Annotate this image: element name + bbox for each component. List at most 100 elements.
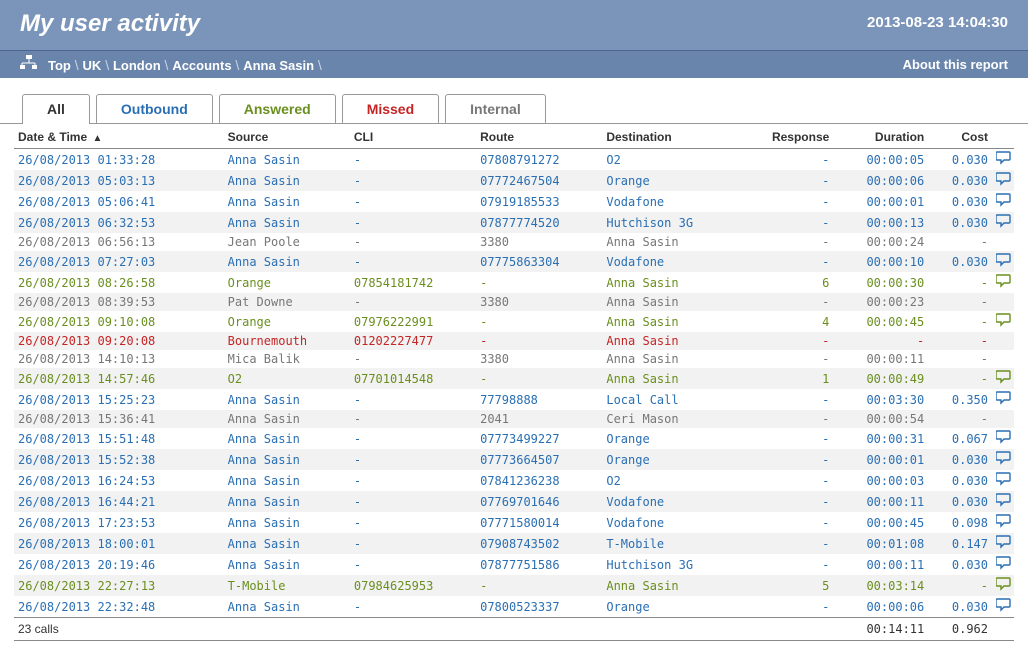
cell-dest: Hutchison 3G — [602, 212, 739, 233]
table-row: 26/08/2013 15:36:41Anna Sasin-2041Ceri M… — [14, 410, 1014, 428]
page-title: My user activity — [20, 10, 200, 38]
tab-outbound[interactable]: Outbound — [96, 94, 213, 123]
col-annotate — [992, 124, 1014, 149]
cell-resp: - — [739, 512, 833, 533]
cell-dest: Vodafone — [602, 491, 739, 512]
cell-dur: 00:00:03 — [833, 470, 928, 491]
speech-bubble-icon[interactable] — [996, 274, 1010, 286]
cell-route: 07773664507 — [476, 449, 602, 470]
col-route[interactable]: Route — [476, 124, 602, 149]
cell-route: 3380 — [476, 233, 602, 251]
breadcrumb-item[interactable]: Anna Sasin — [243, 58, 314, 73]
table-row: 26/08/2013 08:26:58Orange07854181742-Ann… — [14, 272, 1014, 293]
cell-route: 07877774520 — [476, 212, 602, 233]
speech-bubble-icon[interactable] — [996, 451, 1010, 463]
table-row: 26/08/2013 20:19:46Anna Sasin-0787775158… — [14, 554, 1014, 575]
col-response[interactable]: Response — [739, 124, 833, 149]
annotate-cell[interactable] — [992, 533, 1014, 554]
breadcrumb: Top \ UK \ London \ Accounts \ Anna Sasi… — [20, 55, 322, 74]
cell-dur: 00:00:45 — [833, 311, 928, 332]
cell-dur: 00:00:23 — [833, 293, 928, 311]
tab-missed[interactable]: Missed — [342, 94, 439, 123]
breadcrumb-item[interactable]: UK — [83, 58, 102, 73]
tab-internal[interactable]: Internal — [445, 94, 546, 123]
cell-src: Anna Sasin — [224, 149, 350, 171]
col-duration[interactable]: Duration — [833, 124, 928, 149]
annotate-cell[interactable] — [992, 596, 1014, 618]
annotate-cell[interactable] — [992, 272, 1014, 293]
speech-bubble-icon[interactable] — [996, 556, 1010, 568]
annotate-cell[interactable] — [992, 554, 1014, 575]
speech-bubble-icon[interactable] — [996, 577, 1010, 589]
annotate-cell[interactable] — [992, 491, 1014, 512]
speech-bubble-icon[interactable] — [996, 493, 1010, 505]
annotate-cell[interactable] — [992, 251, 1014, 272]
speech-bubble-icon[interactable] — [996, 514, 1010, 526]
annotate-cell[interactable] — [992, 389, 1014, 410]
cell-dest: Hutchison 3G — [602, 554, 739, 575]
annotate-cell[interactable] — [992, 575, 1014, 596]
cell-cli: - — [350, 233, 476, 251]
breadcrumb-item[interactable]: London — [113, 58, 161, 73]
annotate-cell[interactable] — [992, 191, 1014, 212]
speech-bubble-icon[interactable] — [996, 214, 1010, 226]
cell-route: 07919185533 — [476, 191, 602, 212]
annotate-cell[interactable] — [992, 449, 1014, 470]
speech-bubble-icon[interactable] — [996, 535, 1010, 547]
table-row: 26/08/2013 07:27:03Anna Sasin-0777586330… — [14, 251, 1014, 272]
col-datetime[interactable]: Date & Time ▲ — [14, 124, 224, 149]
cell-dur: 00:00:10 — [833, 251, 928, 272]
cell-dur: 00:00:31 — [833, 428, 928, 449]
breadcrumb-item[interactable]: Accounts — [172, 58, 231, 73]
cell-resp: - — [739, 410, 833, 428]
cell-src: Anna Sasin — [224, 512, 350, 533]
cell-cost: - — [928, 410, 992, 428]
tab-all[interactable]: All — [22, 94, 90, 124]
col-cost[interactable]: Cost — [928, 124, 992, 149]
cell-dt: 26/08/2013 18:00:01 — [14, 533, 224, 554]
cell-route: 3380 — [476, 350, 602, 368]
annotate-cell[interactable] — [992, 428, 1014, 449]
speech-bubble-icon[interactable] — [996, 391, 1010, 403]
annotate-cell[interactable] — [992, 170, 1014, 191]
speech-bubble-icon[interactable] — [996, 370, 1010, 382]
speech-bubble-icon[interactable] — [996, 430, 1010, 442]
speech-bubble-icon[interactable] — [996, 172, 1010, 184]
cell-src: Anna Sasin — [224, 470, 350, 491]
cell-dest: Vodafone — [602, 251, 739, 272]
annotate-cell — [992, 293, 1014, 311]
tab-answered[interactable]: Answered — [219, 94, 336, 123]
cell-route: - — [476, 332, 602, 350]
speech-bubble-icon[interactable] — [996, 472, 1010, 484]
cell-resp: - — [739, 350, 833, 368]
cell-dest: Anna Sasin — [602, 350, 739, 368]
speech-bubble-icon[interactable] — [996, 193, 1010, 205]
breadcrumb-separator: \ — [232, 57, 244, 73]
cell-dest: Vodafone — [602, 191, 739, 212]
cell-dt: 26/08/2013 22:27:13 — [14, 575, 224, 596]
breadcrumb-item[interactable]: Top — [48, 58, 71, 73]
cell-src: Jean Poole — [224, 233, 350, 251]
table-row: 26/08/2013 15:52:38Anna Sasin-0777366450… — [14, 449, 1014, 470]
speech-bubble-icon[interactable] — [996, 151, 1010, 163]
annotate-cell[interactable] — [992, 470, 1014, 491]
speech-bubble-icon[interactable] — [996, 253, 1010, 265]
cell-dest: Anna Sasin — [602, 293, 739, 311]
col-source[interactable]: Source — [224, 124, 350, 149]
col-cli[interactable]: CLI — [350, 124, 476, 149]
cell-cli: 01202227477 — [350, 332, 476, 350]
annotate-cell[interactable] — [992, 512, 1014, 533]
speech-bubble-icon[interactable] — [996, 313, 1010, 325]
cell-resp: - — [739, 293, 833, 311]
col-destination[interactable]: Destination — [602, 124, 739, 149]
cell-resp: - — [739, 533, 833, 554]
cell-dur: 00:00:45 — [833, 512, 928, 533]
annotate-cell — [992, 233, 1014, 251]
annotate-cell[interactable] — [992, 212, 1014, 233]
annotate-cell[interactable] — [992, 149, 1014, 171]
speech-bubble-icon[interactable] — [996, 598, 1010, 610]
annotate-cell[interactable] — [992, 311, 1014, 332]
about-report-link[interactable]: About this report — [903, 57, 1008, 72]
cell-route: 07800523337 — [476, 596, 602, 618]
annotate-cell[interactable] — [992, 368, 1014, 389]
